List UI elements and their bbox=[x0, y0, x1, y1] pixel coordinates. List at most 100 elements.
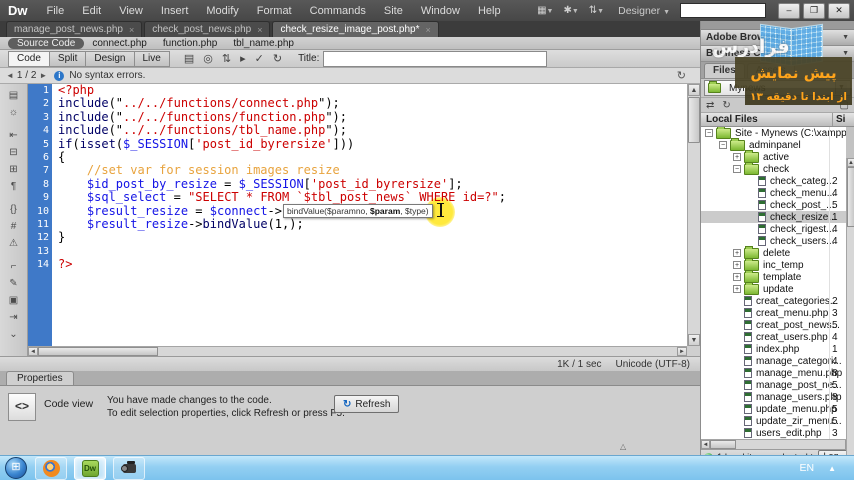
code-line[interactable]: 12} bbox=[28, 231, 687, 245]
tree-folder-row[interactable]: + active bbox=[701, 149, 846, 163]
remove-comment-icon[interactable]: ✎ bbox=[5, 275, 23, 292]
code-line[interactable]: 3 include("../../functions/function.php")… bbox=[28, 110, 687, 125]
validate-markup-icon[interactable]: ▸ bbox=[240, 52, 246, 65]
file-management-icon[interactable]: ▤ bbox=[184, 52, 194, 65]
tree-file-row[interactable]: manage_users.php 8 bbox=[701, 391, 846, 403]
scrollbar-thumb[interactable] bbox=[710, 440, 736, 449]
tab-check-post-news-php[interactable]: check_post_news.php × bbox=[144, 21, 271, 37]
scroll-left-icon[interactable]: ◄ bbox=[28, 347, 38, 356]
scroll-up-icon[interactable]: ▲ bbox=[847, 158, 854, 167]
view-live-button[interactable]: Live bbox=[133, 50, 170, 67]
editor-horizontal-scrollbar[interactable]: ◄ ► bbox=[28, 346, 687, 356]
refresh-syntax-icon[interactable]: ↻ bbox=[677, 69, 686, 82]
related-file-connect-php[interactable]: connect.php bbox=[92, 38, 147, 49]
scrollbar-thumb[interactable] bbox=[847, 167, 854, 227]
menu-modify[interactable]: Modify bbox=[197, 5, 247, 17]
tree-file-row[interactable]: check_users... 4 bbox=[701, 235, 846, 247]
highlight-invalid-code-icon[interactable]: ⚠ bbox=[5, 235, 23, 252]
menu-help[interactable]: Help bbox=[469, 5, 510, 17]
check-browser-compat-icon[interactable]: ⇅ bbox=[222, 52, 231, 65]
column-local-files[interactable]: Local Files bbox=[706, 113, 758, 126]
search-input[interactable] bbox=[680, 3, 766, 18]
line-numbers-icon[interactable]: # bbox=[5, 218, 23, 235]
taskbar-firefox-button[interactable] bbox=[35, 456, 67, 480]
menu-commands[interactable]: Commands bbox=[301, 5, 375, 17]
code-line[interactable]: 9 $sql_select = "SELECT * FROM `$tbl_pos… bbox=[28, 190, 687, 205]
tree-folder-row[interactable]: − check bbox=[701, 161, 846, 175]
tree-file-row[interactable]: manage_categori... 4 bbox=[701, 355, 846, 367]
scroll-up-icon[interactable]: ▲ bbox=[688, 84, 700, 96]
taskbar-dreamweaver-button[interactable]: Dw bbox=[74, 456, 106, 480]
dock-panel-adobe-browserlab[interactable]: Adobe BrowserLab ▼ bbox=[701, 30, 854, 46]
tree-expand-icon[interactable]: − bbox=[733, 165, 741, 173]
tree-file-row[interactable]: check_post_... 5 bbox=[701, 199, 846, 211]
tab-check-resize-image-post-php-[interactable]: check_resize_image_post.php* × bbox=[272, 21, 439, 37]
scroll-right-icon[interactable]: ► bbox=[677, 347, 687, 356]
tree-file-row[interactable]: creat_post_news... 5 bbox=[701, 319, 846, 331]
tab-close-icon[interactable]: × bbox=[129, 25, 134, 35]
apply-comment-icon[interactable]: ⌐ bbox=[5, 258, 23, 275]
visual-aids-icon[interactable]: ✓ bbox=[255, 52, 264, 65]
nav-prev-icon[interactable]: ◄ bbox=[6, 71, 14, 80]
menu-view[interactable]: View bbox=[110, 5, 152, 17]
tree-file-row[interactable]: check_menu... 4 bbox=[701, 187, 846, 199]
scroll-left-icon[interactable]: ◄ bbox=[701, 440, 710, 449]
view-split-button[interactable]: Split bbox=[48, 50, 87, 67]
preview-in-browser-icon[interactable]: ◎ bbox=[203, 52, 213, 65]
tree-file-row[interactable]: manage_menu.php 8 bbox=[701, 367, 846, 379]
nav-next-icon[interactable]: ► bbox=[39, 71, 47, 80]
tree-expand-icon[interactable]: + bbox=[733, 153, 741, 161]
tree-expand-icon[interactable]: − bbox=[719, 141, 727, 149]
minimize-button[interactable]: – bbox=[778, 2, 800, 19]
related-file-source-code[interactable]: Source Code bbox=[8, 37, 85, 49]
collapse-full-tag-icon[interactable]: ⇤ bbox=[5, 127, 23, 144]
code-line[interactable]: 1 <?php bbox=[28, 84, 687, 98]
indent-code-icon[interactable]: ⇥ bbox=[5, 309, 23, 326]
site-sync-icon[interactable]: ⇅▼ bbox=[585, 5, 608, 16]
tab-close-icon[interactable]: × bbox=[257, 25, 262, 35]
open-documents-icon[interactable]: ▤ bbox=[5, 87, 23, 104]
code-line[interactable]: 7 //set var for session images resize bbox=[28, 164, 687, 178]
refresh-button[interactable]: ↻ Refresh bbox=[334, 395, 400, 413]
code-line[interactable]: 6{ bbox=[28, 150, 687, 165]
menu-file[interactable]: File bbox=[38, 5, 74, 17]
tab-close-icon[interactable]: × bbox=[425, 25, 430, 35]
related-file-tbl-name-php[interactable]: tbl_name.php bbox=[233, 38, 294, 49]
tree-file-row[interactable]: manage_post_ne... 5 bbox=[701, 379, 846, 391]
tree-horizontal-scrollbar[interactable]: ◄ ► bbox=[701, 439, 854, 449]
tree-file-row[interactable]: creat_users.php 4 bbox=[701, 331, 846, 343]
code-line[interactable]: 13 bbox=[28, 244, 687, 259]
extensions-gear-icon[interactable]: ✱▼ bbox=[559, 5, 582, 16]
menu-insert[interactable]: Insert bbox=[152, 5, 198, 17]
tree-file-row[interactable]: creat_menu.php 3 bbox=[701, 307, 846, 319]
tree-folder-row[interactable]: − adminpanel bbox=[701, 137, 846, 151]
menu-format[interactable]: Format bbox=[248, 5, 301, 17]
taskbar-recorder-button[interactable] bbox=[113, 456, 145, 480]
tree-file-row[interactable]: update_menu.php 5 bbox=[701, 403, 846, 415]
code-line[interactable]: 8 $id_post_by_resize = $_SESSION['post_i… bbox=[28, 177, 687, 192]
code-line[interactable]: 5 if(isset($_SESSION['post_id_byrersize']… bbox=[28, 137, 687, 151]
tree-folder-row[interactable]: + template bbox=[701, 269, 846, 283]
wrap-tag-icon[interactable]: ▣ bbox=[5, 292, 23, 309]
tree-vertical-scrollbar[interactable]: ▲ ▼ bbox=[846, 158, 854, 470]
workspace-switcher[interactable]: Designer ▼ bbox=[618, 5, 670, 17]
code-line[interactable]: 14 ?> bbox=[28, 257, 687, 272]
column-size[interactable]: Si bbox=[832, 113, 854, 126]
tree-expand-icon[interactable]: + bbox=[733, 285, 741, 293]
panel-resize-grip[interactable]: △ bbox=[620, 442, 626, 451]
tree-folder-row[interactable]: + update bbox=[701, 281, 846, 295]
tray-chevron-icon[interactable]: ▲ bbox=[828, 464, 836, 473]
balance-braces-icon[interactable]: {} bbox=[5, 201, 23, 218]
view-code-button[interactable]: Code bbox=[8, 50, 50, 67]
scrollbar-thumb[interactable] bbox=[688, 97, 700, 143]
tree-file-row[interactable]: update_zir_menu... 5 bbox=[701, 415, 846, 427]
tree-file-row[interactable]: users_edit.php 3 bbox=[701, 427, 846, 439]
tree-folder-row[interactable]: − Site - Mynews (C:\xampp... bbox=[701, 127, 846, 139]
tree-folder-row[interactable]: + inc_temp bbox=[701, 257, 846, 271]
layout-switcher-icon[interactable]: ▦▼ bbox=[533, 5, 557, 16]
show-code-navigator-icon[interactable]: ☼ bbox=[5, 104, 23, 121]
scroll-down-icon[interactable]: ▼ bbox=[688, 334, 700, 346]
tree-folder-row[interactable]: + delete bbox=[701, 245, 846, 259]
tree-file-row[interactable]: creat_categories... 2 bbox=[701, 295, 846, 307]
view-design-button[interactable]: Design bbox=[85, 50, 135, 67]
